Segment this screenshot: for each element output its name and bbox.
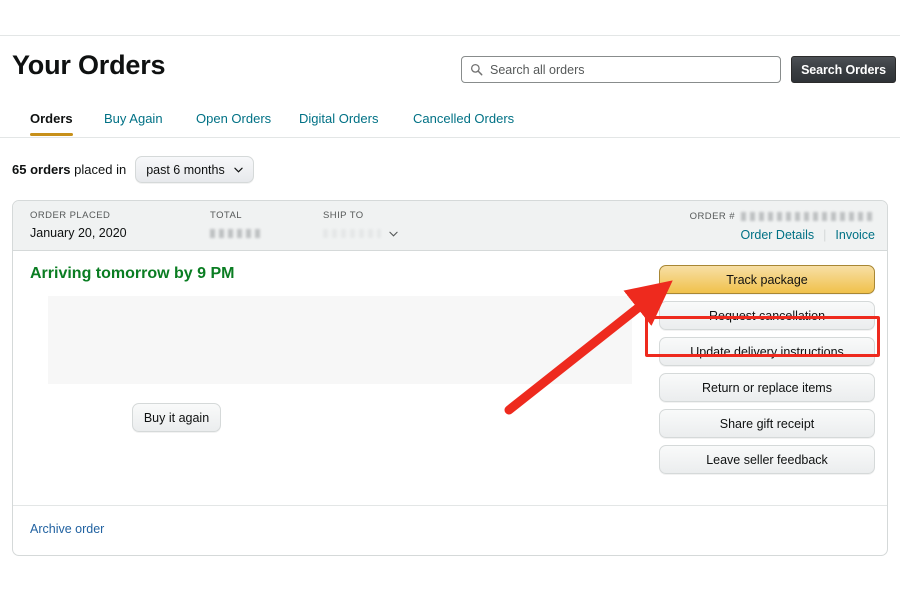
tab-buy-again[interactable]: Buy Again <box>104 108 163 130</box>
order-number-row: ORDER # <box>690 211 875 222</box>
ship-to-column[interactable]: SHIP TO <box>323 210 398 238</box>
order-card-footer: Archive order <box>13 505 887 555</box>
order-actions-stack: Track package Request cancellation Update … <box>659 265 875 474</box>
orders-count-suffix: placed in <box>70 162 127 177</box>
order-header-links: Order Details | Invoice <box>741 228 876 242</box>
archive-order-link[interactable]: Archive order <box>30 522 104 536</box>
tab-digital-orders[interactable]: Digital Orders <box>299 108 378 130</box>
order-card-header: ORDER PLACED January 20, 2020 TOTAL SHIP… <box>13 201 887 251</box>
share-gift-receipt-button[interactable]: Share gift receipt <box>659 409 875 438</box>
tab-cancelled-orders[interactable]: Cancelled Orders <box>413 108 514 130</box>
leave-seller-feedback-button[interactable]: Leave seller feedback <box>659 445 875 474</box>
tab-open-orders[interactable]: Open Orders <box>196 108 271 130</box>
request-cancellation-button[interactable]: Request cancellation <box>659 301 875 330</box>
top-divider <box>0 35 900 36</box>
order-number-label: ORDER # <box>689 211 735 222</box>
order-total-column: TOTAL <box>210 210 262 243</box>
order-total-value-redacted <box>210 229 262 238</box>
link-separator: | <box>823 228 827 242</box>
order-total-label: TOTAL <box>210 210 242 221</box>
page-header: Your Orders Search Orders <box>0 48 900 96</box>
order-details-link[interactable]: Order Details <box>741 228 815 242</box>
ship-to-chevron-down-icon[interactable] <box>389 231 398 237</box>
orders-page: Your Orders Search Orders Orders Buy Agai… <box>0 0 900 600</box>
ship-to-value-redacted <box>323 229 381 238</box>
order-item-content-placeholder <box>48 296 632 384</box>
time-period-value: past 6 months <box>146 162 225 177</box>
order-card: ORDER PLACED January 20, 2020 TOTAL SHIP… <box>12 200 888 556</box>
orders-count-number: 65 orders <box>12 162 71 177</box>
search-icon <box>470 63 483 76</box>
return-or-replace-items-button[interactable]: Return or replace items <box>659 373 875 402</box>
order-card-body: Arriving tomorrow by 9 PM Buy it again T… <box>13 251 887 505</box>
invoice-link[interactable]: Invoice <box>835 228 875 242</box>
buy-it-again-button[interactable]: Buy it again <box>132 403 221 432</box>
orders-count-text: 65 orders placed in <box>12 162 126 177</box>
time-period-dropdown[interactable]: past 6 months <box>135 156 254 183</box>
order-number-value-redacted <box>741 212 875 221</box>
tab-bar: Orders Buy Again Open Orders Digital Orders… <box>0 108 900 138</box>
order-placed-value: January 20, 2020 <box>30 226 127 240</box>
order-placed-label: ORDER PLACED <box>30 210 111 221</box>
chevron-down-icon <box>234 167 243 173</box>
search-box[interactable] <box>461 56 781 83</box>
search-input[interactable] <box>490 62 772 77</box>
track-package-button[interactable]: Track package <box>659 265 875 294</box>
tabs-divider <box>0 137 900 138</box>
ship-to-label: SHIP TO <box>323 210 364 221</box>
tab-orders[interactable]: Orders <box>30 108 73 136</box>
orders-filter-row: 65 orders placed in past 6 months <box>12 156 254 183</box>
delivery-status: Arriving tomorrow by 9 PM <box>30 265 235 282</box>
update-delivery-instructions-button[interactable]: Update delivery instructions <box>659 337 875 366</box>
page-title: Your Orders <box>12 50 166 80</box>
order-placed-column: ORDER PLACED January 20, 2020 <box>30 210 127 240</box>
search-orders-button[interactable]: Search Orders <box>791 56 896 83</box>
